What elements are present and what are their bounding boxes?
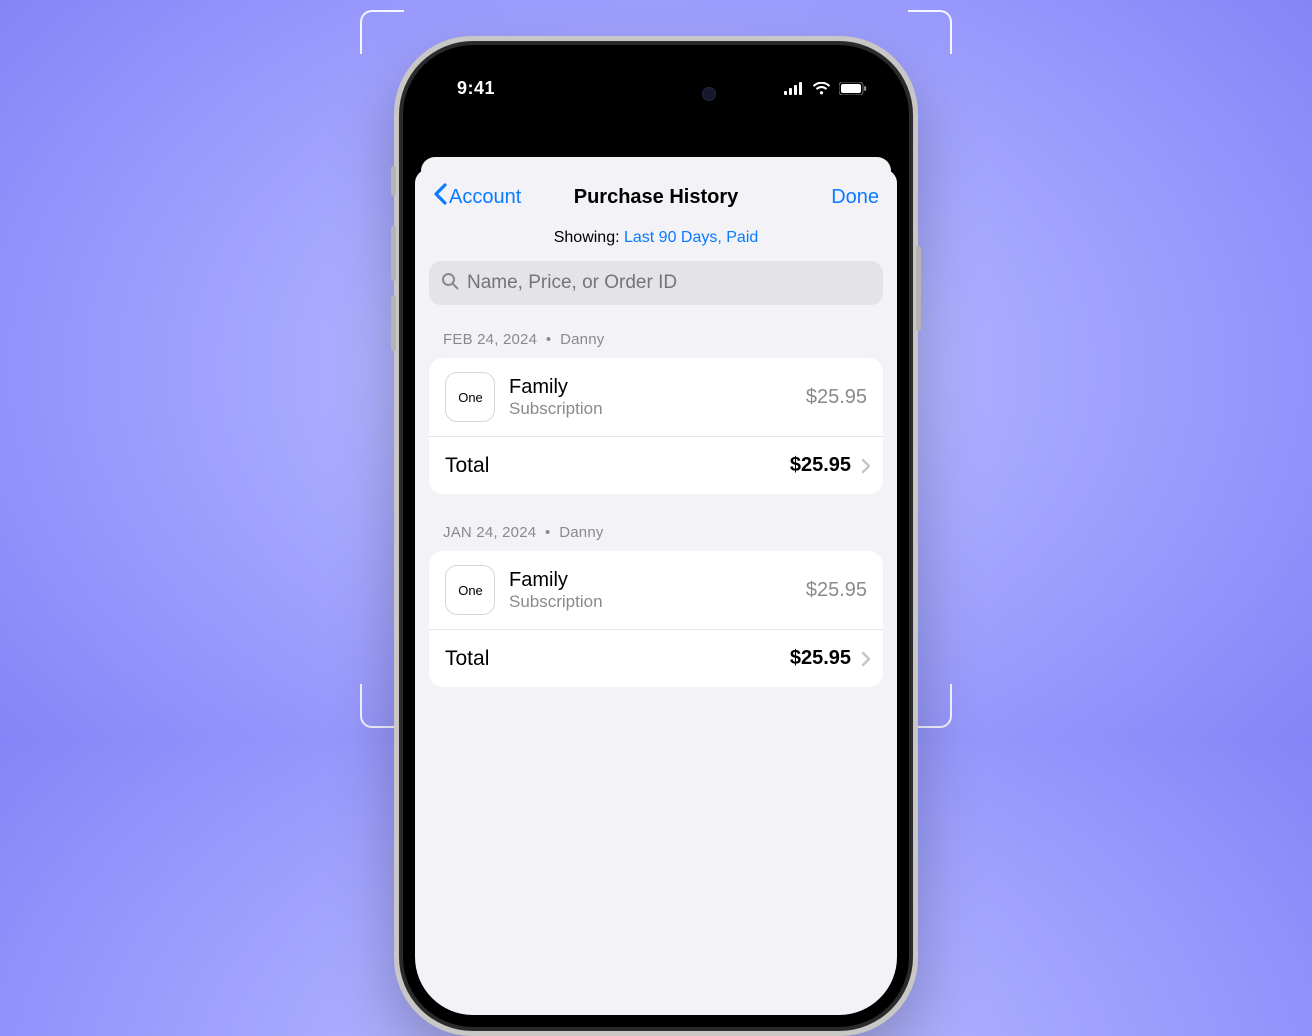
done-button[interactable]: Done: [831, 186, 879, 209]
crop-mark: [908, 10, 952, 54]
front-camera: [702, 87, 716, 101]
purchase-card: One Family Subscription $25.95 Total $25…: [429, 551, 883, 687]
apple-one-icon: One: [445, 372, 495, 422]
battery-icon: [839, 82, 867, 95]
group-date: JAN 24, 2024: [443, 524, 536, 541]
purchase-row[interactable]: One Family Subscription $25.95: [429, 358, 883, 436]
total-label: Total: [445, 453, 780, 478]
chevron-right-icon: [861, 458, 871, 474]
item-price: $25.95: [806, 579, 867, 602]
item-name: Family: [509, 568, 792, 592]
status-time: 9:41: [457, 78, 495, 99]
dynamic-island: [586, 75, 726, 113]
search-bar[interactable]: [429, 261, 883, 305]
filter-prefix: Showing:: [554, 229, 624, 246]
back-button[interactable]: Account: [433, 183, 521, 211]
purchase-history-sheet: Account Purchase History Done Showing: L…: [415, 169, 897, 1015]
wifi-icon: [812, 82, 831, 95]
filter-link[interactable]: Last 90 Days, Paid: [624, 229, 758, 246]
group-user: Danny: [560, 331, 604, 348]
mute-switch: [391, 166, 396, 196]
total-label: Total: [445, 646, 780, 671]
power-button: [916, 246, 921, 331]
screen: 9:41: [415, 57, 897, 1015]
filter-row: Showing: Last 90 Days, Paid: [415, 225, 897, 261]
purchase-row[interactable]: One Family Subscription $25.95: [429, 551, 883, 629]
back-label: Account: [449, 186, 521, 209]
cellular-icon: [784, 82, 804, 95]
nav-bar: Account Purchase History Done: [415, 169, 897, 225]
total-price: $25.95: [790, 647, 851, 670]
group-date: FEB 24, 2024: [443, 331, 537, 348]
apple-one-icon: One: [445, 565, 495, 615]
item-subtitle: Subscription: [509, 399, 792, 419]
item-subtitle: Subscription: [509, 592, 792, 612]
volume-down-button: [391, 296, 396, 351]
total-price: $25.95: [790, 454, 851, 477]
iphone-frame: 9:41: [394, 36, 918, 1036]
item-name: Family: [509, 375, 792, 399]
group-header: FEB 24, 2024 • Danny: [415, 319, 897, 358]
total-row[interactable]: Total $25.95: [429, 629, 883, 687]
search-input[interactable]: [467, 272, 871, 294]
chevron-left-icon: [433, 183, 447, 211]
total-row[interactable]: Total $25.95: [429, 436, 883, 494]
item-price: $25.95: [806, 386, 867, 409]
search-icon: [441, 272, 459, 295]
group-header: JAN 24, 2024 • Danny: [415, 512, 897, 551]
volume-up-button: [391, 226, 396, 281]
chevron-right-icon: [861, 651, 871, 667]
crop-mark: [360, 10, 404, 54]
page-title: Purchase History: [574, 186, 739, 209]
group-user: Danny: [559, 524, 603, 541]
purchase-card: One Family Subscription $25.95 Total $25…: [429, 358, 883, 494]
